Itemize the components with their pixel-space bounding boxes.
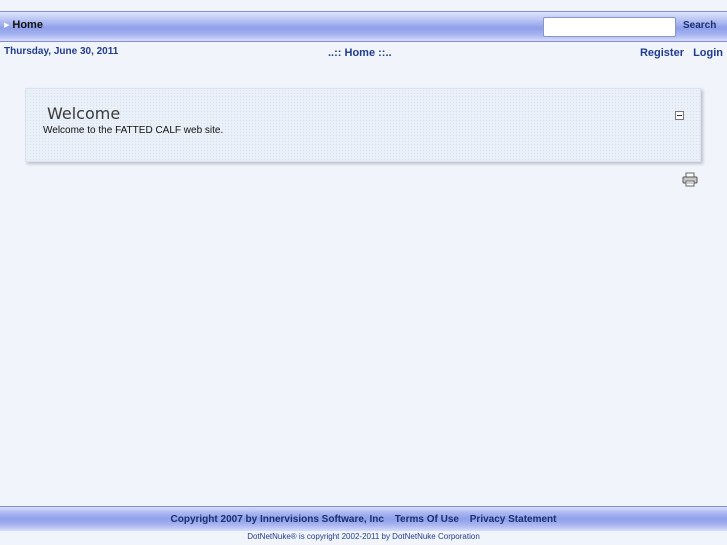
module-title: Welcome [47,104,121,123]
breadcrumb: ..:: Home ::.. [328,47,392,59]
user-links: Register Login [640,47,723,59]
privacy-statement-link[interactable]: Privacy Statement [470,514,557,525]
search-button[interactable]: Search [683,20,716,31]
terms-of-use-link[interactable]: Terms Of Use [395,514,459,525]
dnn-copyright-link[interactable]: DotNetNuke® is copyright 2002-2011 by Do… [247,532,480,541]
breadcrumb-suffix: ::.. [378,47,392,59]
module-body-text: Welcome to the FATTED CALF web site. [43,125,224,136]
minus-box-icon[interactable] [675,111,684,120]
footer-links: Copyright 2007 by Innervisions Software,… [0,514,727,525]
top-navigation-bar: ▶ Home Search [0,11,727,42]
register-link[interactable]: Register [640,47,684,59]
nav-item-home-label: Home [12,19,43,31]
nav-item-home[interactable]: ▶ Home [4,19,43,31]
nav-arrow-icon: ▶ [4,22,10,29]
dnn-copyright-notice: DotNetNuke® is copyright 2002-2011 by Do… [0,532,727,541]
footer-bar: Copyright 2007 by Innervisions Software,… [0,506,727,531]
search-input[interactable] [543,17,676,37]
welcome-module: Welcome Welcome to the FATTED CALF web s… [25,88,701,162]
footer-copyright: Copyright 2007 by Innervisions Software,… [170,514,384,525]
breadcrumb-home-link[interactable]: Home [345,47,376,59]
current-date: Thursday, June 30, 2011 [4,46,119,57]
login-link[interactable]: Login [693,47,723,59]
printer-icon[interactable] [682,172,698,187]
breadcrumb-prefix: ..:: [328,47,342,59]
